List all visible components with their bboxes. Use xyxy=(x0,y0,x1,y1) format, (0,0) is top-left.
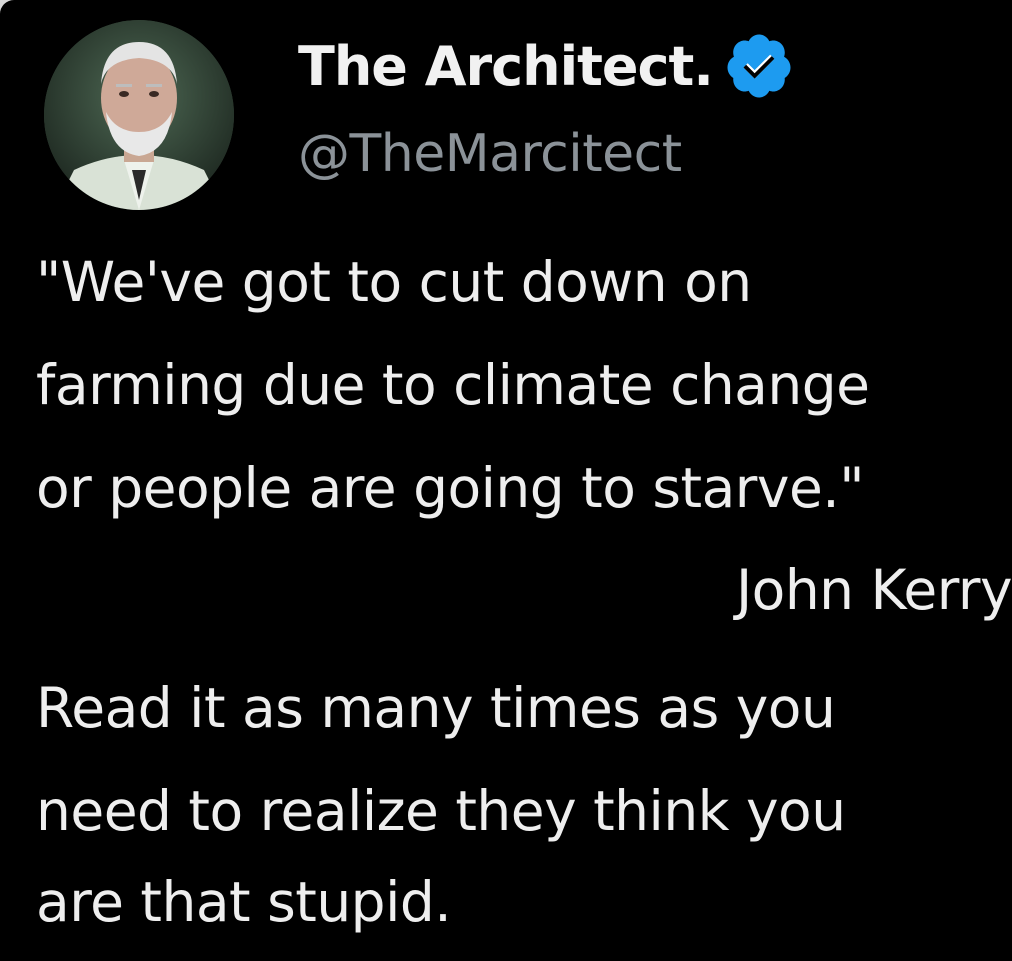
display-name-row: The Architect. xyxy=(298,26,795,106)
avatar[interactable] xyxy=(44,20,234,210)
tweet-card: The Architect. @TheMarcitect "We've got … xyxy=(0,0,1012,961)
quote-line-1: "We've got to cut down on xyxy=(36,250,752,314)
verified-icon xyxy=(723,30,795,102)
quote-line-2: farming due to climate change xyxy=(36,353,870,417)
quote-attribution: John Kerry xyxy=(735,558,1012,622)
comment-line-3: are that stupid. xyxy=(36,870,452,934)
comment-line-1: Read it as many times as you xyxy=(36,676,836,740)
display-name[interactable]: The Architect. xyxy=(298,35,714,98)
user-handle[interactable]: @TheMarcitect xyxy=(298,124,682,184)
comment-line-2: need to realize they think you xyxy=(36,779,846,843)
avatar-image xyxy=(44,20,234,210)
quote-line-3: or people are going to starve." xyxy=(36,456,865,520)
